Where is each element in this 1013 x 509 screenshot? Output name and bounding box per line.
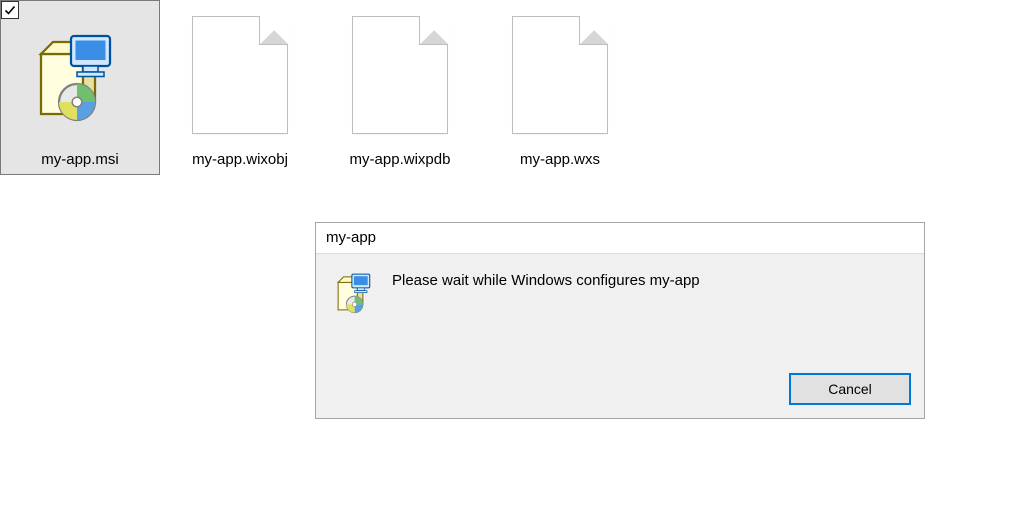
file-item-wxs[interactable]: my-app.wxs — [480, 0, 640, 175]
installer-icon — [16, 1, 144, 149]
blank-file-icon — [496, 1, 624, 149]
file-label: my-app.wxs — [520, 149, 600, 168]
file-label: my-app.wixobj — [192, 149, 288, 168]
dialog-message: Please wait while Windows configures my-… — [392, 270, 700, 289]
checkmark-icon — [3, 3, 17, 17]
dialog-footer: Cancel — [316, 374, 924, 418]
installer-progress-dialog: my-app Please wait while Windows configu… — [315, 222, 925, 419]
blank-file-icon — [176, 1, 304, 149]
file-selection-checkbox[interactable] — [1, 1, 19, 19]
file-label: my-app.msi — [41, 149, 119, 168]
cancel-button[interactable]: Cancel — [790, 374, 910, 404]
dialog-title[interactable]: my-app — [316, 223, 924, 254]
installer-icon — [334, 270, 378, 318]
file-item-wixobj[interactable]: my-app.wixobj — [160, 0, 320, 175]
file-list: my-app.msi my-app.wixobj my-app.wixpdb m… — [0, 0, 1013, 175]
file-item-msi[interactable]: my-app.msi — [0, 0, 160, 175]
file-item-wixpdb[interactable]: my-app.wixpdb — [320, 0, 480, 175]
file-label: my-app.wixpdb — [350, 149, 451, 168]
dialog-body: Please wait while Windows configures my-… — [316, 254, 924, 374]
blank-file-icon — [336, 1, 464, 149]
